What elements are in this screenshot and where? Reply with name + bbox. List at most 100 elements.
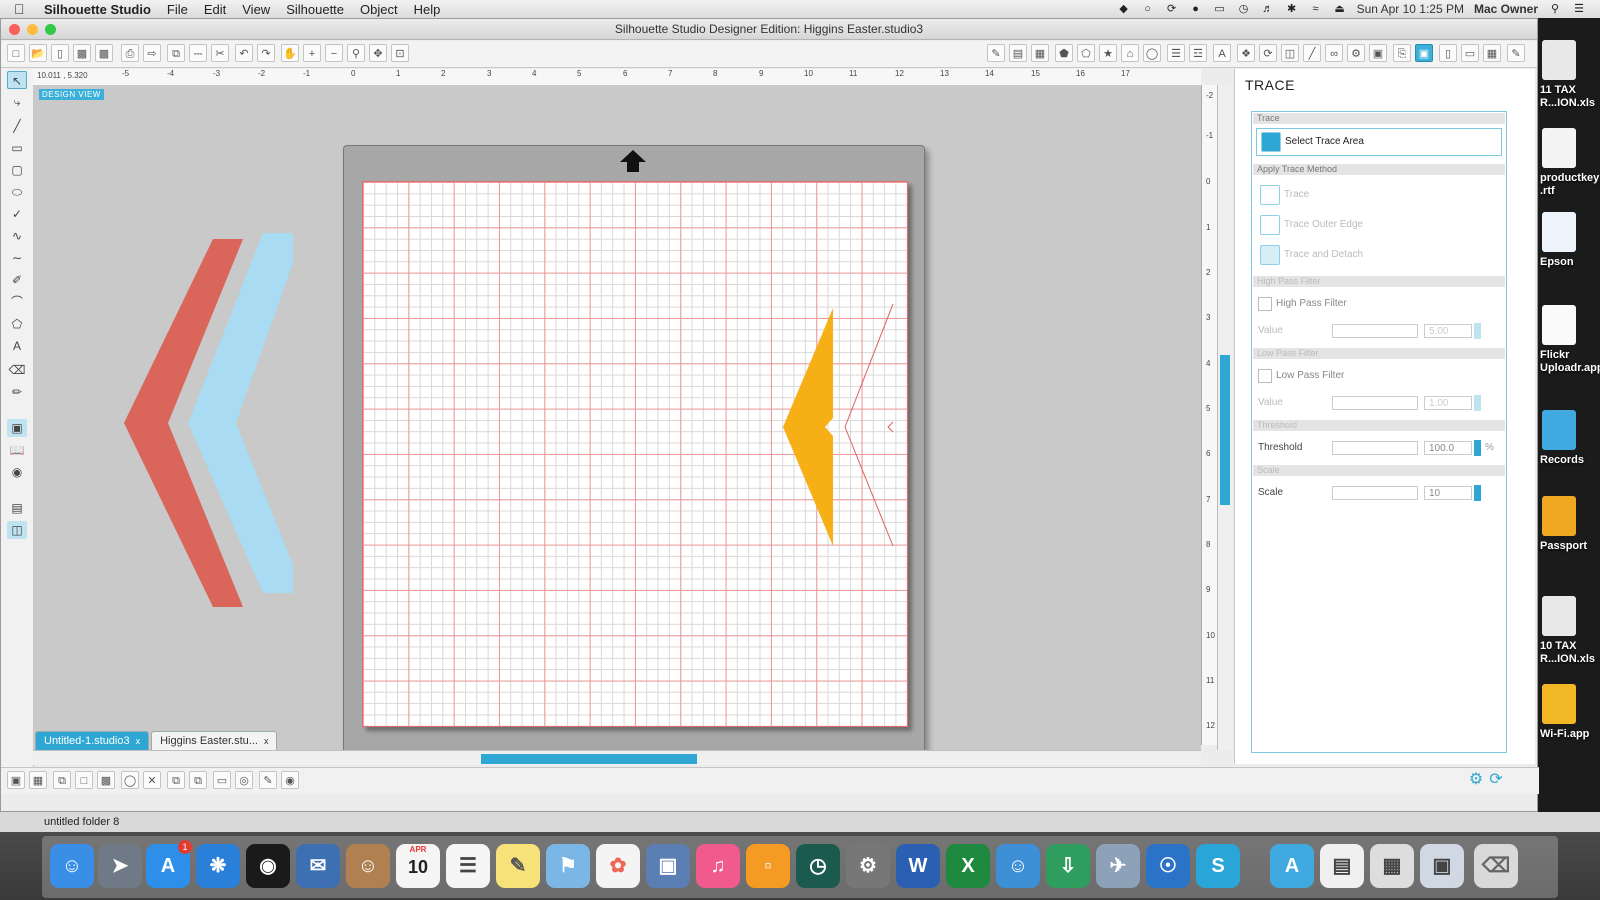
high-pass-checkbox[interactable] — [1258, 297, 1272, 311]
duplicate-right-icon[interactable]: ⧉ — [189, 771, 207, 789]
wifi-icon[interactable]: ≈ — [1309, 3, 1323, 15]
time-machine-icon[interactable]: ◷ — [1237, 3, 1251, 15]
undo-icon[interactable]: ↶ — [235, 44, 253, 62]
menu-silhouette[interactable]: Silhouette — [278, 2, 352, 17]
tab-untitled[interactable]: Untitled-1.studio3 x — [35, 731, 150, 750]
rectangle-tool-icon[interactable]: ▭ — [7, 139, 27, 157]
menu-edit[interactable]: Edit — [196, 2, 234, 17]
calendar-icon[interactable]: APR 10 — [396, 844, 440, 888]
page-settings-icon[interactable]: ✎ — [987, 44, 1005, 62]
zoom-window-button[interactable] — [45, 24, 56, 35]
preview-icon[interactable]: ▣ — [646, 844, 690, 888]
sketch-icon[interactable]: ⚙ — [1347, 44, 1365, 62]
line-style-icon[interactable]: ☰ — [1167, 44, 1185, 62]
curve-tool-icon[interactable]: ∿ — [7, 227, 27, 245]
pixscan-icon[interactable]: ▣ — [1369, 44, 1387, 62]
desktop-icon-flickr[interactable]: Flickr Uploadr.app — [1540, 305, 1600, 375]
shadow-icon[interactable]: ◯ — [1143, 44, 1161, 62]
transform-icon[interactable]: ❖ — [1237, 44, 1255, 62]
grid-view-icon[interactable]: ▦ — [1483, 44, 1501, 62]
offset-bottom-icon[interactable]: ▭ — [213, 771, 231, 789]
screenshots-stack-icon[interactable]: ▣ — [1420, 844, 1464, 888]
launchpad-icon[interactable]: ➤ — [98, 844, 142, 888]
refresh-icon[interactable]: ⟳ — [1487, 771, 1505, 789]
fit-to-page-icon[interactable]: ⊡ — [391, 44, 409, 62]
scale-value-input[interactable]: 10 — [1424, 486, 1472, 500]
send-to-cutter-icon[interactable]: ⇨ — [143, 44, 161, 62]
desktop-icon-passport[interactable]: Passport — [1540, 496, 1598, 553]
smooth-freehand-icon[interactable]: ⌒ — [7, 293, 27, 311]
minimize-window-button[interactable] — [27, 24, 38, 35]
replicate-icon[interactable]: ⟳ — [1259, 44, 1277, 62]
offset-icon[interactable]: ∞ — [1325, 44, 1343, 62]
trace-and-detach-button[interactable]: Trace and Detach — [1256, 242, 1500, 268]
close-tab-icon[interactable]: x — [136, 732, 141, 750]
regular-polygon-icon[interactable]: ⬠ — [7, 315, 27, 333]
trace-bottom-icon[interactable]: ◎ — [235, 771, 253, 789]
documents-stack-icon[interactable]: ▤ — [1320, 844, 1364, 888]
grid-settings-icon[interactable]: ▦ — [1031, 44, 1049, 62]
line-width-icon[interactable]: ☲ — [1189, 44, 1207, 62]
desktop-icon-wifi-app[interactable]: Wi-Fi.app — [1540, 684, 1598, 741]
select-trace-area-button[interactable]: Select Trace Area — [1256, 128, 1502, 156]
close-window-button[interactable] — [9, 24, 20, 35]
high-pass-stepper[interactable] — [1474, 323, 1481, 339]
arc-tool-icon[interactable]: ∼ — [7, 249, 27, 267]
network-icon[interactable]: ✈ — [1096, 844, 1140, 888]
split-view-icon[interactable]: ◫ — [7, 521, 27, 539]
zoom-in-icon[interactable]: + — [303, 44, 321, 62]
eject-icon[interactable]: ⏏ — [1333, 3, 1347, 15]
drag-zoom-icon[interactable]: ✥ — [369, 44, 387, 62]
bring-forward-icon[interactable]: ▩ — [97, 771, 115, 789]
applications-folder-icon[interactable]: A — [1270, 844, 1314, 888]
horizontal-scroll-thumb[interactable] — [481, 754, 697, 764]
design-page-icon[interactable]: ▣ — [7, 419, 27, 437]
library-book-icon[interactable]: 📖 — [7, 441, 27, 459]
dashboard-icon[interactable]: ◉ — [246, 844, 290, 888]
threshold-slider[interactable] — [1332, 441, 1418, 455]
zoom-out-icon[interactable]: − — [325, 44, 343, 62]
freehand-tool-icon[interactable]: ✐ — [7, 271, 27, 289]
new-document-icon[interactable]: □ — [7, 44, 25, 62]
creative-cloud-icon[interactable]: ○ — [1141, 3, 1155, 15]
finder-icon[interactable]: ☺ — [50, 844, 94, 888]
notes-icon[interactable]: ✎ — [496, 844, 540, 888]
time-machine-dock-icon[interactable]: ◷ — [796, 844, 840, 888]
redo-icon[interactable]: ↷ — [257, 44, 275, 62]
trash-icon[interactable]: ⌫ — [1474, 844, 1518, 888]
desktop-icon-tax-xls-2[interactable]: 10 TAX R...ION.xls — [1540, 596, 1598, 666]
dropbox-icon[interactable]: ◆ — [1117, 3, 1131, 15]
apple-icon[interactable]:  — [14, 1, 36, 17]
desktop-icon-tax-xls-1[interactable]: 11 TAX R...ION.xls — [1540, 40, 1598, 110]
sync-icon[interactable]: ⟳ — [1165, 3, 1179, 15]
high-pass-slider[interactable] — [1332, 324, 1418, 338]
ibooks-icon[interactable]: ▫ — [746, 844, 790, 888]
line-color-icon[interactable]: ⬠ — [1077, 44, 1095, 62]
polygon-tool-icon[interactable]: ✓ — [7, 205, 27, 223]
paste-icon[interactable]: ⎓ — [189, 44, 207, 62]
registration-marks-icon[interactable]: ▤ — [1009, 44, 1027, 62]
itunes-icon[interactable]: ♫ — [696, 844, 740, 888]
menu-view[interactable]: View — [234, 2, 278, 17]
point-edit-icon[interactable]: ⤷ — [7, 93, 27, 111]
photos-icon[interactable]: ✿ — [596, 844, 640, 888]
knife-icon[interactable]: ╱ — [1303, 44, 1321, 62]
line-tool-icon[interactable]: ╱ — [7, 117, 27, 135]
high-pass-value-input[interactable]: 5.00 — [1424, 324, 1472, 338]
tab-higgins-easter[interactable]: Higgins Easter.stu... x — [151, 731, 278, 750]
menu-object[interactable]: Object — [352, 2, 406, 17]
release-compound-icon[interactable]: □ — [75, 771, 93, 789]
excel-icon[interactable]: X — [946, 844, 990, 888]
settings-gear-icon[interactable]: ⚙ — [1467, 771, 1485, 789]
design-store-icon[interactable]: ✎ — [1507, 44, 1525, 62]
bluetooth-icon[interactable]: ✱ — [1285, 3, 1299, 15]
trace-icon[interactable]: ▣ — [1415, 44, 1433, 62]
menu-app-name[interactable]: Silhouette Studio — [36, 2, 159, 17]
pan-hand-icon[interactable]: ✋ — [281, 44, 299, 62]
low-pass-stepper[interactable] — [1474, 395, 1481, 411]
select-tool-icon[interactable]: ↖ — [7, 71, 27, 89]
cut-settings-icon[interactable]: ⎘ — [1393, 44, 1411, 62]
ellipse-tool-icon[interactable]: ⬭ — [7, 183, 27, 201]
eraser-tool-icon[interactable]: ⌫ — [7, 361, 27, 379]
downloads-stack-icon[interactable]: ▦ — [1370, 844, 1414, 888]
